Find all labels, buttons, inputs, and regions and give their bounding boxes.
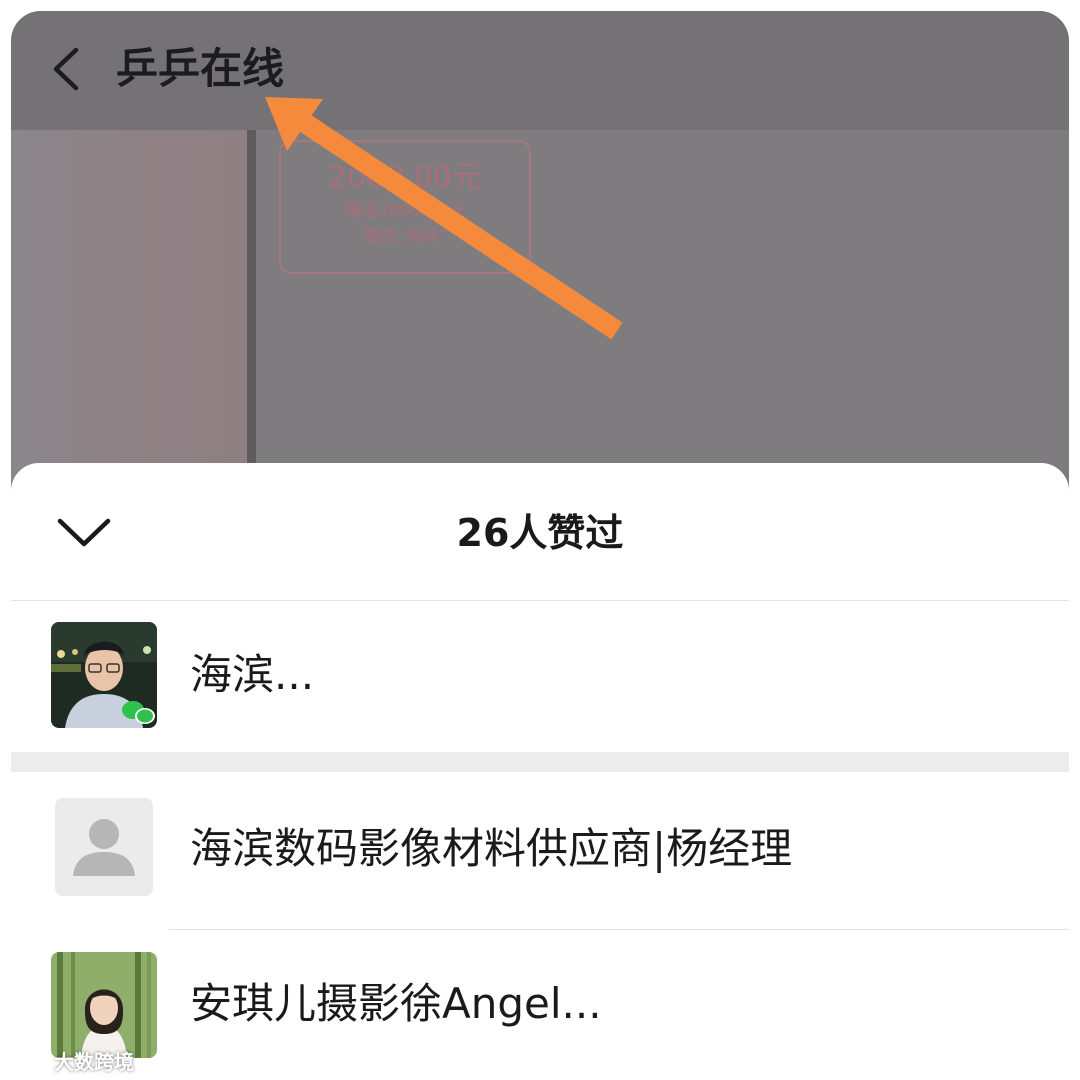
watermark: 大数跨境 — [6, 1044, 134, 1076]
likes-sheet: 26人赞过 海滨... 海滨数码影像材料供应商|杨经理 安琪儿摄影徐Angel.… — [11, 463, 1069, 1080]
default-avatar-icon — [55, 798, 153, 896]
sheet-header: 26人赞过 — [11, 463, 1069, 601]
liker-row[interactable]: 安琪儿摄影徐Angel... — [11, 930, 1069, 1080]
app-frame: 乒乒在线 2000.00元 赠送2000.00元 赠送“海兵” 26人赞过 海滨… — [11, 11, 1069, 1080]
avatar — [51, 952, 157, 1058]
liker-name: 海滨... — [190, 650, 315, 699]
liker-name: 安琪儿摄影徐Angel... — [190, 979, 602, 1028]
sheet-title: 26人赞过 — [456, 511, 624, 555]
photo-avatar-man-icon — [51, 622, 157, 728]
watermark-logo-icon — [7, 1049, 48, 1071]
avatar — [51, 622, 157, 728]
liker-name: 海滨数码影像材料供应商|杨经理 — [190, 824, 793, 873]
avatar — [55, 798, 153, 896]
arrow-icon — [265, 97, 623, 340]
section-separator — [11, 752, 1069, 772]
watermark-text: 大数跨境 — [54, 1049, 134, 1074]
liker-row[interactable]: 海滨... — [11, 601, 1069, 751]
liker-row[interactable]: 海滨数码影像材料供应商|杨经理 — [11, 772, 1069, 922]
photo-avatar-woman-icon — [51, 952, 157, 1058]
